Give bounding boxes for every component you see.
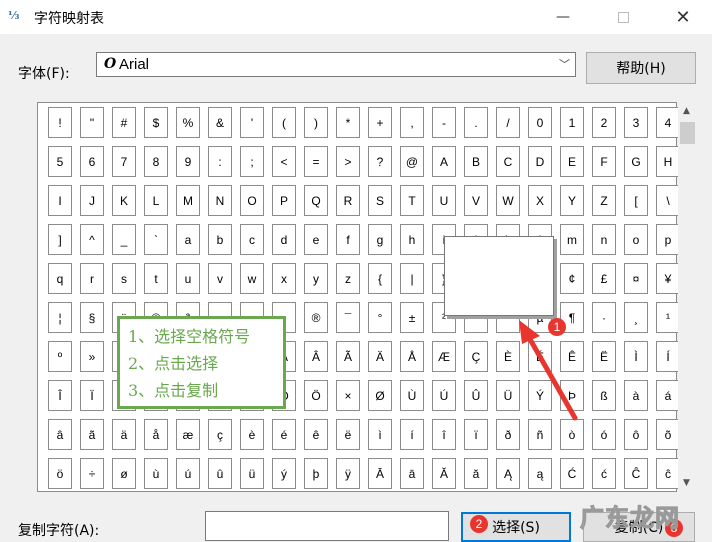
copy-characters-input[interactable]: [205, 511, 449, 541]
watermark-logo: 广东龙网: [580, 504, 680, 533]
red-arrow-annotation: [519, 320, 578, 421]
step-badge-1: 1: [548, 318, 566, 336]
select-button-label: 选择(S): [492, 520, 540, 536]
copy-characters-label: 复制字符(A):: [18, 523, 100, 539]
step-badge-2: 2: [470, 515, 488, 533]
